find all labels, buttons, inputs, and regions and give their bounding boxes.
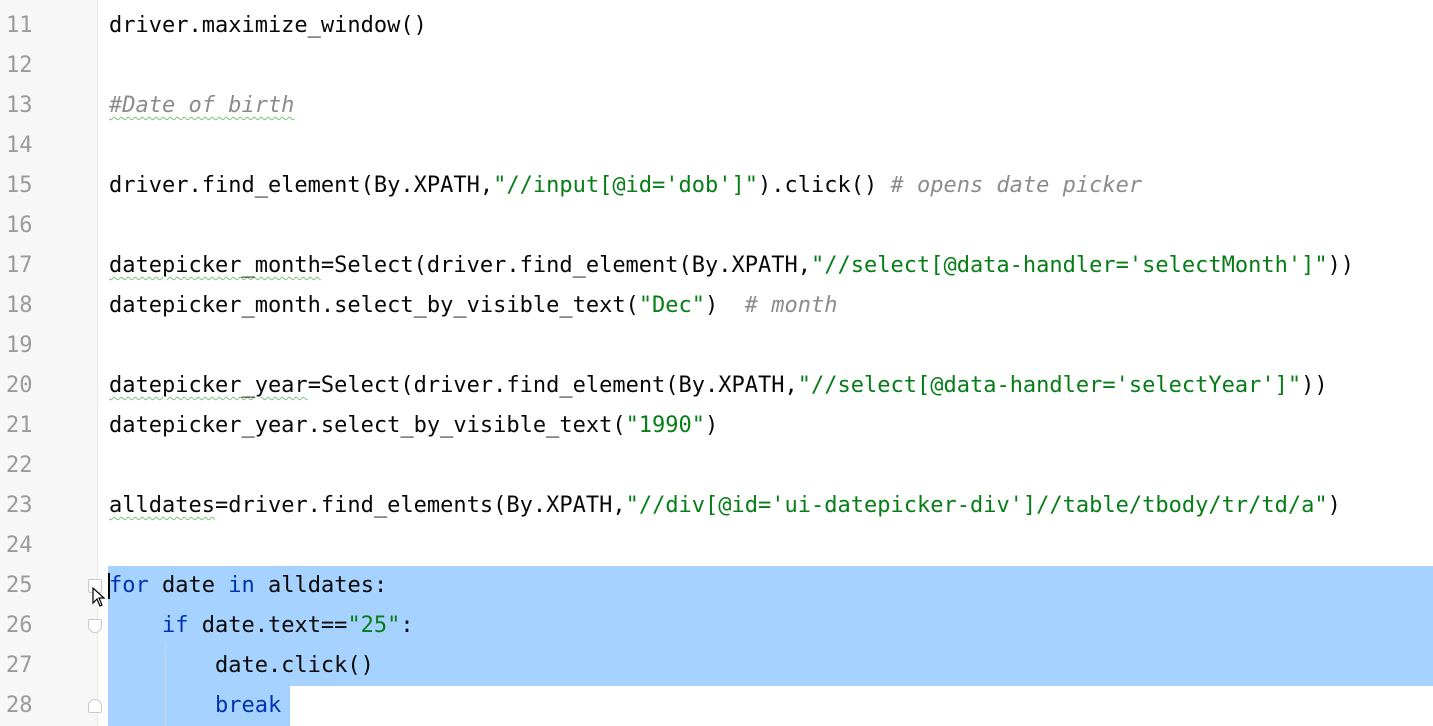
code-line[interactable]: 15 driver.find_element(By.XPATH,"//input[… xyxy=(0,166,1433,206)
code-token: ) xyxy=(705,293,745,318)
code-line[interactable]: 28 break xyxy=(0,686,1433,726)
code-line[interactable]: 12 xyxy=(0,46,1433,86)
code-token: "//input[@id='dob']" xyxy=(493,173,759,198)
line-number: 24 xyxy=(6,533,33,558)
code-token: datepicker_year xyxy=(109,373,308,398)
code-token: if xyxy=(161,613,189,638)
code-token: driver.maximize_window() xyxy=(109,13,427,38)
code-token: "25" xyxy=(347,613,401,638)
code-text[interactable]: driver.maximize_window() xyxy=(109,6,427,46)
code-line[interactable]: 24 xyxy=(0,526,1433,566)
code-token: # month xyxy=(744,293,838,318)
code-token: alldates: xyxy=(254,573,388,598)
code-text[interactable]: alldates=driver.find_elements(By.XPATH,"… xyxy=(109,486,1341,526)
line-number: 17 xyxy=(6,253,33,278)
code-token: "Dec" xyxy=(638,293,706,318)
code-text[interactable]: #Date of birth xyxy=(109,86,294,126)
line-number: 16 xyxy=(6,213,33,238)
fold-end-icon[interactable] xyxy=(88,619,102,633)
line-number: 26 xyxy=(6,613,33,638)
code-text[interactable]: datepicker_year=Select(driver.find_eleme… xyxy=(109,366,1328,406)
code-token: alldates xyxy=(109,493,215,518)
code-token: =Select(driver.find_element(By.XPATH, xyxy=(307,373,798,398)
code-line[interactable]: 23 alldates=driver.find_elements(By.XPATH… xyxy=(0,486,1433,526)
code-line[interactable]: 25 for date in alldates: xyxy=(0,566,1433,606)
code-token: "1990" xyxy=(625,413,706,438)
line-number: 14 xyxy=(6,133,33,158)
code-token: for xyxy=(109,573,149,598)
mouse-pointer-icon xyxy=(92,587,106,607)
code-line[interactable]: 26 if date.text=="25": xyxy=(0,606,1433,646)
line-number: 18 xyxy=(6,293,33,318)
code-token: =Select(driver.find_element(By.XPATH, xyxy=(320,253,811,278)
code-token: )) xyxy=(1327,253,1355,278)
code-token: datepicker_year.select_by_visible_text( xyxy=(109,413,626,438)
code-token: : xyxy=(400,613,414,638)
code-text[interactable]: if date.text=="25": xyxy=(109,606,414,646)
line-number: 28 xyxy=(6,693,33,718)
line-number: 12 xyxy=(6,53,33,78)
code-token: )) xyxy=(1301,373,1328,398)
code-line[interactable]: 22 xyxy=(0,446,1433,486)
fold-end-icon[interactable] xyxy=(88,699,102,713)
line-number: 22 xyxy=(6,453,33,478)
code-token: =driver.find_elements(By.XPATH, xyxy=(214,493,626,518)
code-text[interactable]: datepicker_month=Select(driver.find_elem… xyxy=(109,246,1354,286)
code-text[interactable]: break xyxy=(109,686,281,726)
line-number: 15 xyxy=(6,173,33,198)
code-line[interactable]: 14 xyxy=(0,126,1433,166)
line-number: 23 xyxy=(6,493,33,518)
line-number: 20 xyxy=(6,373,33,398)
code-token: datepicker_month.select_by_visible_text( xyxy=(109,293,639,318)
code-token: driver.find_element(By.XPATH, xyxy=(109,173,494,198)
code-token: "//select[@data-handler='selectYear']" xyxy=(797,373,1302,398)
code-token: # opens date picker xyxy=(890,173,1143,198)
code-line[interactable]: 17 datepicker_month=Select(driver.find_el… xyxy=(0,246,1433,286)
line-number: 27 xyxy=(6,653,33,678)
code-line[interactable]: 11 driver.maximize_window() xyxy=(0,6,1433,46)
indent-guide xyxy=(165,645,166,726)
code-text[interactable]: driver.find_element(By.XPATH,"//input[@i… xyxy=(109,166,1142,206)
code-line[interactable]: 21 datepicker_year.select_by_visible_text… xyxy=(0,406,1433,446)
code-line[interactable]: 16 xyxy=(0,206,1433,246)
code-token: ) xyxy=(705,413,719,438)
text-caret xyxy=(108,573,110,599)
code-line[interactable]: 27 date.click() xyxy=(0,646,1433,686)
line-number: 13 xyxy=(6,93,33,118)
code-text[interactable]: date.click() xyxy=(109,646,374,686)
code-token: break xyxy=(214,693,282,718)
code-token: "//select[@data-handler='selectMonth']" xyxy=(811,253,1328,278)
line-number: 21 xyxy=(6,413,33,438)
code-line[interactable]: 18 datepicker_month.select_by_visible_tex… xyxy=(0,286,1433,326)
code-token: date.click() xyxy=(109,653,374,678)
code-line[interactable]: 19 xyxy=(0,326,1433,366)
code-token: datepicker_month xyxy=(109,253,321,278)
code-token: date.text== xyxy=(188,613,348,638)
code-token: ) xyxy=(1327,493,1341,518)
code-text[interactable]: datepicker_month.select_by_visible_text(… xyxy=(109,286,838,326)
line-number: 19 xyxy=(6,333,33,358)
code-token: date xyxy=(148,573,229,598)
code-text[interactable]: for date in alldates: xyxy=(109,566,387,606)
code-token: ).click() xyxy=(758,173,891,198)
code-line[interactable]: 13 #Date of birth xyxy=(0,86,1433,126)
line-number: 25 xyxy=(6,573,33,598)
line-number: 11 xyxy=(6,13,33,38)
code-line[interactable]: 20 datepicker_year=Select(driver.find_ele… xyxy=(0,366,1433,406)
code-editor[interactable]: 11 driver.maximize_window() 12 13 #Date of b… xyxy=(0,0,1433,726)
code-token: "//div[@id='ui-datepicker-div']//table/t… xyxy=(625,493,1328,518)
code-text[interactable]: datepicker_year.select_by_visible_text("… xyxy=(109,406,718,446)
code-token: in xyxy=(228,573,255,598)
code-token: #Date of birth xyxy=(109,93,295,118)
